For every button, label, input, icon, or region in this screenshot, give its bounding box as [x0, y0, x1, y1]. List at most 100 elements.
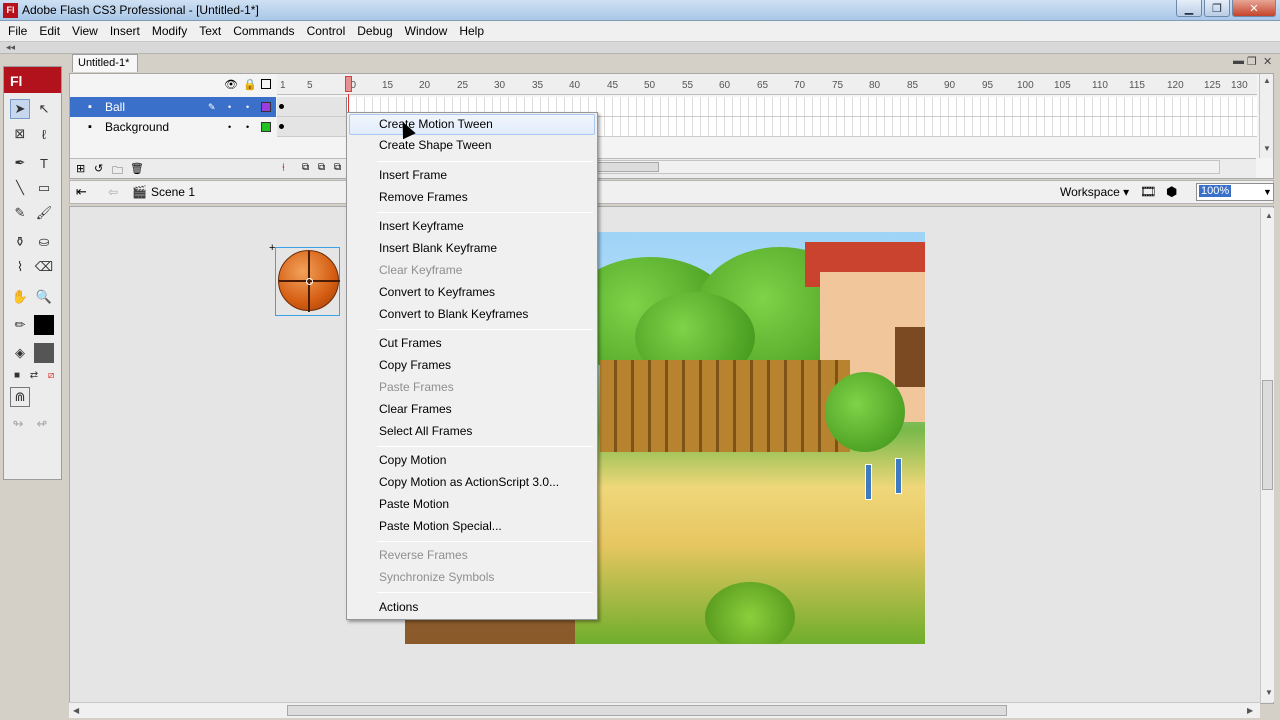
fill-color-icon[interactable]: ◈: [10, 343, 30, 363]
menu-create-motion-tween[interactable]: Create Motion Tween: [349, 114, 595, 135]
visibility-dot-icon[interactable]: •: [228, 122, 231, 132]
collapse-arrow-icon[interactable]: ◂◂: [6, 42, 15, 52]
menu-file[interactable]: File: [2, 24, 33, 38]
menu-copy-frames[interactable]: Copy Frames: [349, 355, 595, 376]
ink-bottle-tool-icon[interactable]: ⚱: [10, 232, 30, 252]
work-area[interactable]: +: [69, 206, 1274, 704]
pen-tool-icon[interactable]: ✒: [10, 153, 30, 173]
scrollbar-thumb[interactable]: [287, 705, 1007, 716]
menu-select-all-frames[interactable]: Select All Frames: [349, 421, 595, 442]
menu-copy-motion[interactable]: Copy Motion: [349, 450, 595, 471]
menu-insert-blank-keyframe[interactable]: Insert Blank Keyframe: [349, 238, 595, 259]
lock-dot-icon[interactable]: •: [246, 102, 249, 112]
menu-control[interactable]: Control: [301, 24, 352, 38]
menu-text[interactable]: Text: [193, 24, 227, 38]
document-tab[interactable]: Untitled-1*: [72, 54, 138, 72]
outline-color-swatch[interactable]: [261, 102, 271, 112]
edit-symbols-icon[interactable]: ⬢: [1166, 184, 1177, 200]
layer-background[interactable]: ▪ Background • •: [70, 117, 276, 137]
keyframe-icon[interactable]: [279, 124, 284, 129]
smooth-icon[interactable]: ↬: [8, 414, 28, 434]
center-frame-icon[interactable]: ⍿: [282, 162, 285, 175]
playhead[interactable]: [345, 76, 352, 92]
scroll-left-icon[interactable]: ◀: [73, 706, 79, 715]
timeline-toggle-icon[interactable]: ⇤: [76, 184, 87, 200]
scroll-up-icon[interactable]: ▲: [1263, 76, 1271, 85]
close-icon[interactable]: ✕: [1232, 0, 1276, 17]
menu-edit[interactable]: Edit: [33, 24, 66, 38]
scroll-down-icon[interactable]: ▼: [1265, 688, 1273, 697]
layer-ball[interactable]: ▪ Ball ✎ • •: [70, 97, 276, 117]
edit-multiple-frames-icon[interactable]: ⧉: [334, 162, 341, 173]
scene-breadcrumb[interactable]: 🎬 Scene 1: [132, 185, 195, 199]
line-tool-icon[interactable]: ╲: [10, 178, 30, 198]
delete-layer-icon[interactable]: 🗑: [130, 162, 144, 175]
frame-ruler[interactable]: 1 5 10 15 20 25 30 35 40 45 50 55 60 65 …: [277, 74, 1257, 95]
edit-scene-icon[interactable]: 🎞: [1140, 184, 1157, 200]
menu-remove-frames[interactable]: Remove Frames: [349, 187, 595, 208]
workspace-menu[interactable]: Workspace ▾: [1060, 185, 1129, 199]
stroke-color-swatch[interactable]: [34, 315, 54, 335]
eye-icon[interactable]: 👁: [224, 78, 238, 91]
stroke-color-icon[interactable]: ✏: [10, 315, 30, 335]
menu-create-shape-tween[interactable]: Create Shape Tween: [349, 135, 595, 156]
pencil-tool-icon[interactable]: ✎: [10, 203, 30, 223]
menu-commands[interactable]: Commands: [227, 24, 300, 38]
onion-skin-icon[interactable]: ⧉: [302, 162, 309, 173]
visibility-dot-icon[interactable]: •: [228, 102, 231, 112]
minimize-doc-icon[interactable]: ▬: [1233, 55, 1244, 67]
menu-cut-frames[interactable]: Cut Frames: [349, 333, 595, 354]
menu-window[interactable]: Window: [399, 24, 454, 38]
scrollbar-thumb[interactable]: [1262, 380, 1273, 490]
rectangle-tool-icon[interactable]: ▭: [34, 178, 54, 198]
outline-icon[interactable]: [261, 79, 271, 89]
subselection-tool-icon[interactable]: ↖: [34, 99, 54, 119]
menu-debug[interactable]: Debug: [351, 24, 398, 38]
stage-hscrollbar[interactable]: ◀ ▶: [69, 702, 1260, 718]
paint-bucket-tool-icon[interactable]: ⛀: [34, 232, 54, 252]
menu-actions[interactable]: Actions: [349, 597, 595, 618]
close-doc-icon[interactable]: ✕: [1263, 55, 1272, 68]
menu-convert-to-keyframes[interactable]: Convert to Keyframes: [349, 282, 595, 303]
menu-paste-motion-special[interactable]: Paste Motion Special...: [349, 516, 595, 537]
timeline-vscrollbar[interactable]: ▲ ▼: [1259, 74, 1273, 158]
menu-modify[interactable]: Modify: [146, 24, 193, 38]
insert-folder-icon[interactable]: 🗀: [112, 162, 123, 181]
zoom-tool-icon[interactable]: 🔍: [34, 287, 54, 307]
hand-tool-icon[interactable]: ✋: [10, 287, 30, 307]
scroll-up-icon[interactable]: ▲: [1265, 211, 1273, 220]
back-arrow-icon[interactable]: ⇦: [108, 185, 118, 199]
menu-clear-frames[interactable]: Clear Frames: [349, 399, 595, 420]
minimize-icon[interactable]: ▁: [1176, 0, 1202, 17]
lasso-tool-icon[interactable]: ℓ: [34, 124, 54, 144]
scroll-down-icon[interactable]: ▼: [1263, 144, 1271, 153]
eyedropper-tool-icon[interactable]: ⌇: [10, 257, 30, 277]
keyframe-icon[interactable]: [279, 104, 284, 109]
restore-doc-icon[interactable]: ❐: [1247, 55, 1257, 68]
text-tool-icon[interactable]: T: [34, 153, 54, 173]
panel-collapse-strip[interactable]: ◂◂: [0, 42, 1280, 54]
eraser-tool-icon[interactable]: ⌫: [34, 257, 54, 277]
menu-insert-frame[interactable]: Insert Frame: [349, 165, 595, 186]
restore-icon[interactable]: ❐: [1204, 0, 1230, 17]
fill-color-swatch[interactable]: [34, 343, 54, 363]
menu-paste-motion[interactable]: Paste Motion: [349, 494, 595, 515]
no-color-icon[interactable]: ⧄: [41, 365, 61, 385]
frame-span[interactable]: [277, 117, 347, 136]
snap-to-objects-icon[interactable]: ⋒: [10, 387, 30, 407]
onion-outline-icon[interactable]: ⧉: [318, 162, 325, 173]
menu-help[interactable]: Help: [453, 24, 490, 38]
menu-insert[interactable]: Insert: [104, 24, 146, 38]
zoom-dropdown-icon[interactable]: ▼: [1263, 187, 1272, 197]
brush-tool-icon[interactable]: 🖌: [34, 203, 54, 223]
straighten-icon[interactable]: ↫: [32, 414, 52, 434]
selection-tool-icon[interactable]: ➤: [10, 99, 30, 119]
lock-icon[interactable]: 🔒: [243, 78, 257, 91]
menu-insert-keyframe[interactable]: Insert Keyframe: [349, 216, 595, 237]
add-motion-guide-icon[interactable]: ↺: [94, 162, 103, 175]
lock-dot-icon[interactable]: •: [246, 122, 249, 132]
stage-vscrollbar[interactable]: ▲ ▼: [1260, 208, 1274, 702]
ball-symbol-selection[interactable]: [275, 247, 340, 316]
basketball-image[interactable]: [278, 250, 340, 312]
outline-color-swatch[interactable]: [261, 122, 271, 132]
